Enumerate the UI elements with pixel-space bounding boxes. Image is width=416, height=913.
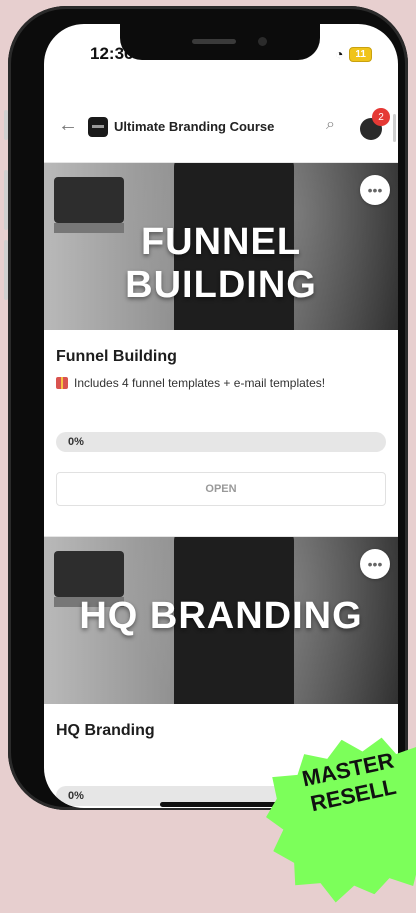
search-icon[interactable]: ⌕ (326, 116, 335, 134)
speaker (192, 39, 236, 44)
laptop-image (54, 551, 124, 607)
battery-indicator: 11 (349, 46, 372, 62)
notification-badge[interactable]: 2 (372, 108, 390, 126)
home-indicator (160, 802, 280, 807)
notch (120, 24, 320, 60)
laptop-image (54, 177, 124, 233)
progress-label: 0% (68, 790, 84, 802)
status-right: ◔ 11 (335, 46, 372, 62)
divider (44, 506, 398, 537)
progress-label: 0% (68, 436, 84, 448)
open-button[interactable]: OPEN (56, 472, 386, 506)
course-image-text: FUNNEL BUILDING (125, 221, 317, 306)
course-subtitle-text: Includes 4 funnel templates + e-mail tem… (74, 376, 326, 390)
more-icon[interactable]: ••• (360, 175, 390, 205)
course-image-text: HQ BRANDING (79, 595, 363, 637)
course-card: FUNNEL BUILDING ••• Funnel Building Incl… (44, 163, 398, 537)
course-image[interactable]: HQ BRANDING ••• (44, 537, 398, 704)
scrollbar[interactable] (393, 114, 396, 142)
wifi-icon: ◔ (334, 46, 344, 62)
course-list: FUNNEL BUILDING ••• Funnel Building Incl… (44, 152, 398, 808)
course-title: HQ Branding (56, 722, 155, 739)
phone-screen: 12:36 ◔ 11 ← Ultimate Branding Course ⌕ … (44, 24, 398, 808)
phone-frame: 12:36 ◔ 11 ← Ultimate Branding Course ⌕ … (8, 6, 408, 810)
more-icon[interactable]: ••• (360, 549, 390, 579)
back-arrow-icon[interactable]: ← (58, 114, 78, 137)
progress-bar: 0% (56, 432, 386, 452)
gift-icon (56, 377, 68, 389)
course-image[interactable]: FUNNEL BUILDING ••• (44, 163, 398, 330)
course-subtitle: Includes 4 funnel templates + e-mail tem… (56, 376, 398, 390)
course-title: Funnel Building (56, 348, 177, 365)
divider (44, 152, 398, 163)
app-title: Ultimate Branding Course (114, 119, 275, 134)
app-logo-icon (88, 117, 108, 137)
camera (258, 37, 267, 46)
app-bar: ← Ultimate Branding Course ⌕ 2 (44, 100, 398, 152)
